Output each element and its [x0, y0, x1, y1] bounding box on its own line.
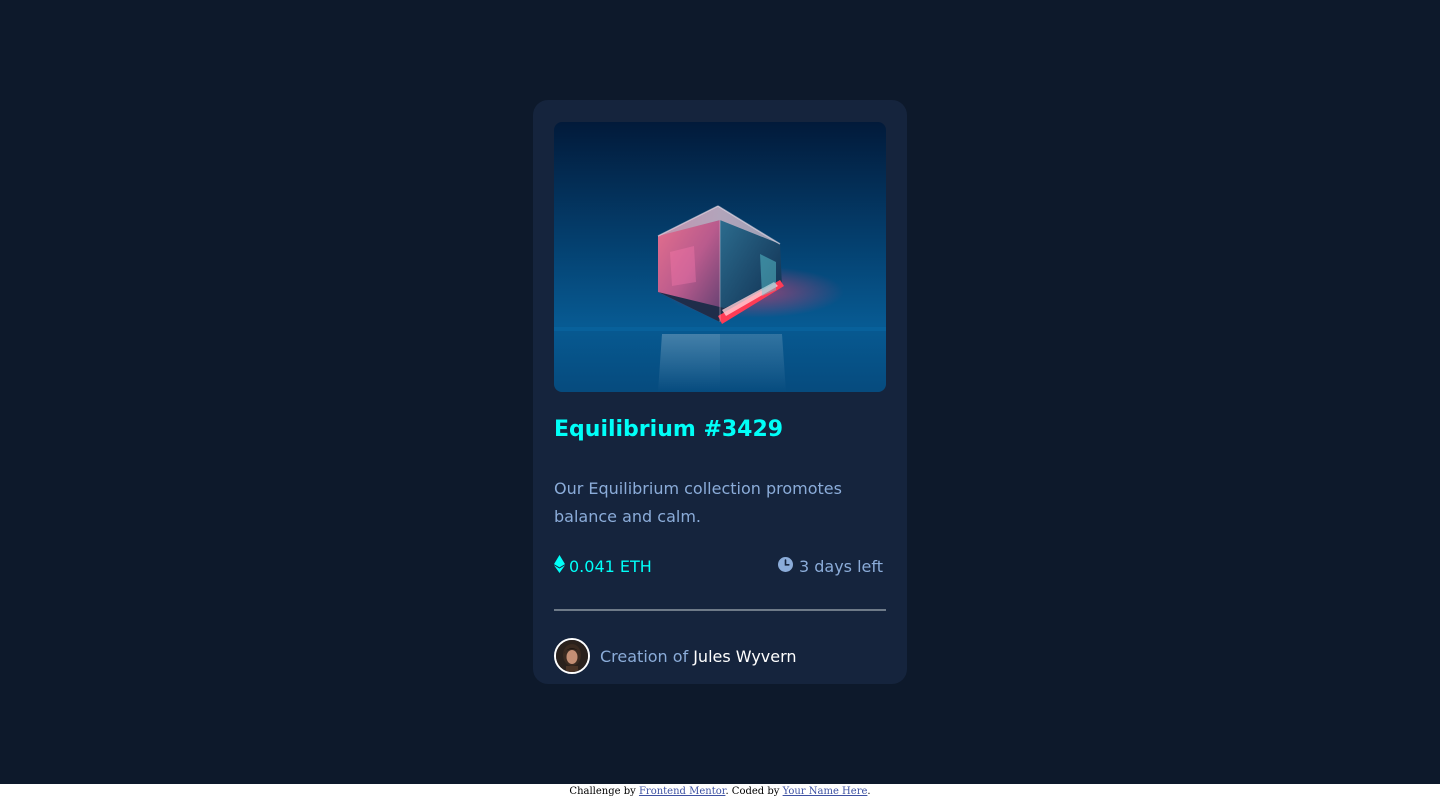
- ethereum-icon: [554, 555, 565, 577]
- clock-icon: [777, 556, 793, 576]
- frontend-mentor-link[interactable]: Frontend Mentor: [639, 786, 725, 797]
- nft-description: Our Equilibrium collection promotes bala…: [554, 479, 842, 526]
- attribution-prefix: Challenge by: [569, 786, 636, 797]
- price-value: 0.041 ETH: [569, 556, 652, 576]
- attribution-middle: . Coded by: [725, 786, 780, 797]
- nft-card: Equilibrium #3429 Our Equilibrium collec…: [533, 100, 907, 684]
- attribution-suffix: .: [867, 786, 871, 797]
- author-link[interactable]: Your Name Here: [783, 786, 868, 797]
- creator-row: Creation of Jules Wyvern: [554, 638, 797, 674]
- time-left-text: 3 days left: [798, 556, 883, 576]
- creator-prefix: Creation of: [600, 646, 689, 666]
- nft-title[interactable]: Equilibrium #3429: [554, 417, 783, 442]
- creator-name-link[interactable]: Jules Wyvern: [693, 647, 796, 666]
- price-group: 0.041 ETH: [554, 553, 652, 579]
- time-group: 3 days left: [777, 553, 883, 579]
- attribution-footer: Challenge by Frontend Mentor. Coded by Y…: [0, 784, 1440, 800]
- nft-image[interactable]: [554, 122, 886, 392]
- card-divider: [554, 609, 886, 611]
- creator-avatar: [554, 638, 590, 674]
